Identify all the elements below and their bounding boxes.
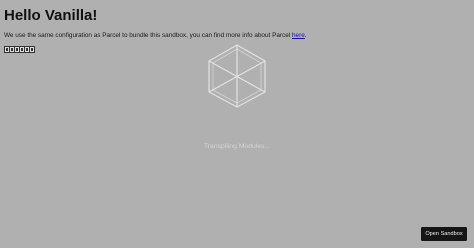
open-sandbox-button[interactable]: Open Sandbox bbox=[421, 227, 467, 241]
missing-glyph-icon bbox=[20, 47, 24, 52]
unrendered-glyphs bbox=[4, 46, 35, 53]
missing-glyph-icon bbox=[15, 47, 19, 52]
page-title: Hello Vanilla! bbox=[4, 7, 98, 24]
cube-icon bbox=[208, 44, 266, 108]
intro-suffix: . bbox=[304, 32, 307, 39]
loading-status: Transpiling Modules... bbox=[203, 143, 271, 150]
missing-glyph-icon bbox=[25, 47, 29, 52]
missing-glyph-icon bbox=[30, 47, 34, 52]
missing-glyph-icon bbox=[10, 47, 14, 52]
parcel-docs-link[interactable]: here bbox=[292, 32, 305, 39]
missing-glyph-icon bbox=[5, 47, 9, 52]
intro-paragraph: We use the same configuration as Parcel … bbox=[4, 31, 307, 40]
intro-text: We use the same configuration as Parcel … bbox=[4, 32, 292, 39]
